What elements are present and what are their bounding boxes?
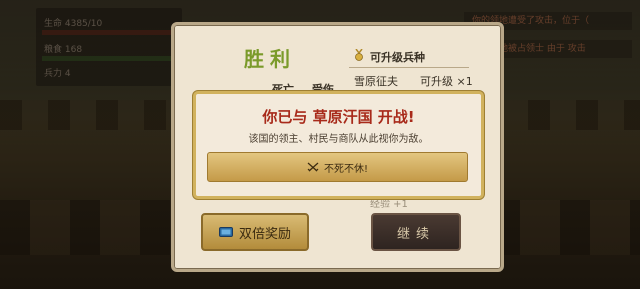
tv-icon bbox=[218, 227, 233, 237]
crossed-swords-icon bbox=[307, 162, 319, 172]
continue-label: 继续 bbox=[396, 226, 435, 242]
war-declaration-dialog: 你已与 草原汗国 开战! 该国的领主、村民与商队从此视你为敌。 不死不休! bbox=[193, 91, 484, 199]
war-dialog-description: 该国的领主、村民与商队从此视你为敌。 bbox=[248, 134, 429, 145]
double-reward-button[interactable]: 双倍奖励 bbox=[201, 213, 309, 251]
divider bbox=[349, 67, 469, 68]
war-dialog-title: 你已与 草原汗国 开战! bbox=[262, 108, 415, 126]
unit-upgrade-count: 可升级 ×1 bbox=[420, 75, 473, 88]
continue-button[interactable]: 继续 bbox=[371, 213, 461, 251]
fight-to-death-button[interactable]: 不死不休! bbox=[207, 152, 468, 182]
medal-icon bbox=[355, 49, 363, 61]
upgradable-header: 可升级兵种 bbox=[370, 51, 425, 64]
unit-name: 雪原征夫 bbox=[354, 75, 398, 88]
double-reward-label: 双倍奖励 bbox=[238, 226, 291, 242]
victory-title: 胜利 bbox=[244, 47, 296, 71]
fight-to-death-label: 不死不休! bbox=[323, 163, 368, 175]
